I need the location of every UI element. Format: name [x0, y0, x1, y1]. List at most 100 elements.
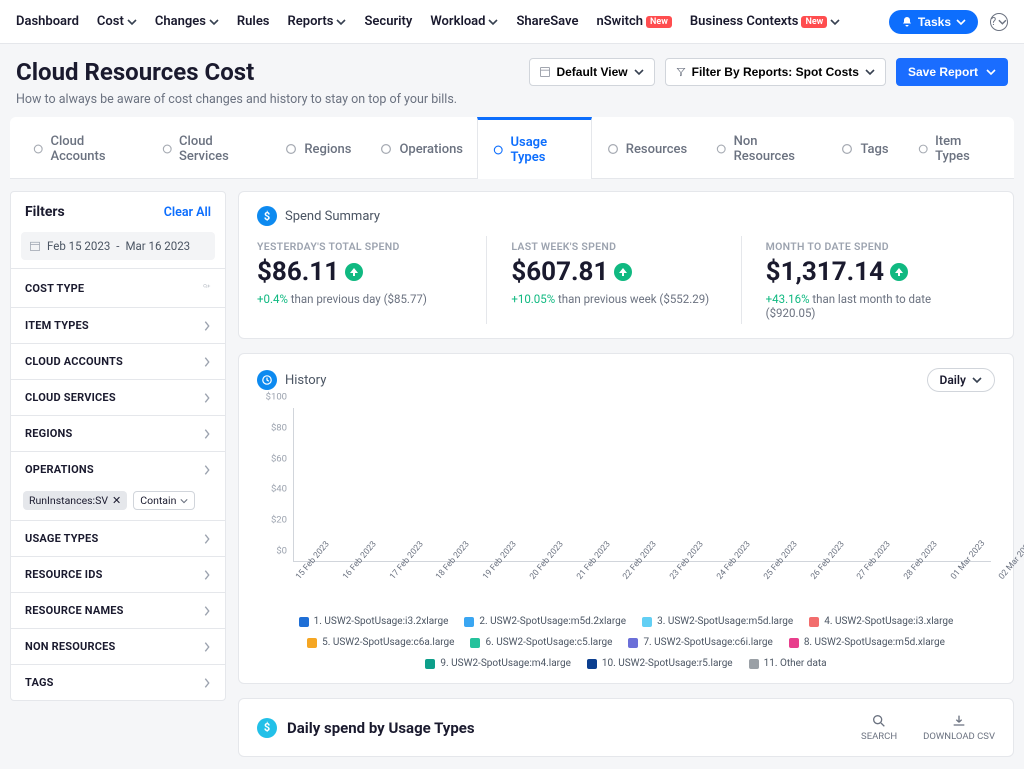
nav-item-nswitch[interactable]: nSwitchNew — [596, 14, 671, 29]
contain-select[interactable]: Contain — [133, 491, 195, 510]
clear-all-button[interactable]: Clear All — [164, 205, 211, 220]
tab-icon — [284, 142, 298, 156]
tab-usage-types[interactable]: Usage Types — [477, 117, 592, 179]
chevron-right-icon — [203, 356, 211, 368]
filter-group-cost-type[interactable]: COST TYPE — [11, 268, 225, 307]
legend-label: 1. USW2-SpotUsage:i3.2xlarge — [314, 616, 449, 627]
nav-item-changes[interactable]: Changes — [155, 14, 219, 29]
new-badge: New — [801, 16, 827, 28]
tab-icon — [715, 142, 727, 156]
tabs: Cloud Accounts Cloud Services Regions Opera… — [10, 117, 1014, 179]
tab-item-types[interactable]: Item Types — [903, 117, 1006, 178]
summary-grid: YESTERDAY'S TOTAL SPEND$86.11+0.4% than … — [257, 236, 995, 324]
filter-reports-dropdown[interactable]: Filter By Reports: Spot Costs — [665, 58, 886, 86]
filter-group-usage-types[interactable]: USAGE TYPES — [11, 520, 225, 556]
nav-item-business-contexts[interactable]: Business ContextsNew — [690, 14, 840, 29]
history-head: History Daily — [257, 368, 995, 392]
chevron-down-icon — [998, 17, 1007, 27]
search-button[interactable]: SEARCH — [861, 713, 897, 742]
page-subtitle: How to always be aware of cost changes a… — [16, 92, 457, 107]
tab-operations[interactable]: Operations — [365, 117, 477, 178]
chevron-right-icon — [203, 392, 211, 404]
nav-items: Dashboard Cost Changes Rules Reports Security… — [16, 14, 889, 29]
default-view-dropdown[interactable]: Default View — [529, 58, 654, 86]
filter-group-non-resources[interactable]: NON RESOURCES — [11, 628, 225, 664]
chip-label: RunInstances:SV — [29, 494, 108, 507]
tab-cloud-accounts[interactable]: Cloud Accounts — [18, 117, 147, 178]
legend-label: 3. USW2-SpotUsage:m5d.large — [657, 616, 793, 627]
tab-icon — [606, 142, 620, 156]
tab-regions[interactable]: Regions — [270, 117, 365, 178]
legend-item[interactable]: 2. USW2-SpotUsage:m5d.2xlarge — [464, 616, 626, 627]
legend-label: 9. USW2-SpotUsage:m4.large — [440, 658, 570, 669]
tab-non-resources[interactable]: Non Resources — [701, 117, 826, 178]
nav-item-security[interactable]: Security — [364, 14, 412, 29]
legend-item[interactable]: 1. USW2-SpotUsage:i3.2xlarge — [299, 616, 449, 627]
top-nav: Dashboard Cost Changes Rules Reports Security… — [0, 0, 1024, 44]
granularity-dropdown[interactable]: Daily — [927, 368, 995, 392]
help-icon[interactable]: ? — [990, 13, 1008, 31]
filter-group-tags[interactable]: TAGS — [11, 664, 225, 700]
legend-item[interactable]: 6. USW2-SpotUsage:c5.large — [470, 637, 612, 648]
tab-label: Tags — [860, 142, 888, 157]
filter-group-resource-names[interactable]: RESOURCE NAMES — [11, 592, 225, 628]
filter-group-cloud-services[interactable]: CLOUD SERVICES — [11, 379, 225, 415]
page-header: Cloud Resources Cost How to always be aw… — [0, 44, 1024, 117]
legend-item[interactable]: 5. USW2-SpotUsage:c6a.large — [307, 637, 454, 648]
nav-item-sharesave[interactable]: ShareSave — [516, 14, 578, 29]
chevron-down-icon — [634, 67, 644, 77]
spend-summary-card: $ Spend Summary YESTERDAY'S TOTAL SPEND$… — [238, 191, 1014, 339]
nav-item-dashboard[interactable]: Dashboard — [16, 14, 79, 29]
summary-cell: MONTH TO DATE SPEND$1,317.14+43.16% than… — [741, 236, 995, 324]
tasks-button[interactable]: Tasks — [889, 10, 978, 34]
search-label: SEARCH — [861, 731, 897, 742]
trend-up-icon — [890, 263, 908, 281]
filter-group-item-types[interactable]: ITEM TYPES — [11, 307, 225, 343]
tab-label: Regions — [304, 142, 351, 157]
operation-chip[interactable]: RunInstances:SV ✕ — [23, 491, 127, 510]
summary-label: MONTH TO DATE SPEND — [766, 240, 975, 253]
chevron-down-icon — [956, 17, 966, 27]
legend-swatch — [587, 659, 597, 669]
legend-item[interactable]: 3. USW2-SpotUsage:m5d.large — [642, 616, 793, 627]
tab-label: Cloud Services — [179, 134, 256, 164]
chevron-down-icon — [209, 17, 219, 27]
bell-icon — [901, 16, 913, 28]
chevron-right-icon — [203, 533, 211, 545]
filter-group-cloud-accounts[interactable]: CLOUD ACCOUNTS — [11, 343, 225, 379]
trend-up-icon — [614, 263, 632, 281]
save-report-button[interactable]: Save Report — [896, 58, 1008, 86]
legend-item[interactable]: 4. USW2-SpotUsage:i3.xlarge — [809, 616, 953, 627]
date-range-picker[interactable]: Feb 15 2023 - Mar 16 2023 — [21, 232, 215, 260]
y-tick: $20 — [271, 515, 287, 526]
legend-label: 10. USW2-SpotUsage:r5.large — [602, 658, 733, 669]
filter-group-operations[interactable]: OPERATIONS — [11, 451, 225, 487]
nav-item-rules[interactable]: Rules — [237, 14, 270, 29]
tab-cloud-services[interactable]: Cloud Services — [147, 117, 271, 178]
summary-label: LAST WEEK'S SPEND — [511, 240, 720, 253]
legend-item[interactable]: 11. Other data — [749, 658, 827, 669]
tab-resources[interactable]: Resources — [592, 117, 701, 178]
chevron-right-icon — [203, 428, 211, 440]
download-csv-button[interactable]: DOWNLOAD CSV — [923, 713, 995, 742]
daily-title: Daily spend by Usage Types — [287, 719, 475, 737]
tab-icon — [492, 143, 504, 157]
legend-item[interactable]: 8. USW2-SpotUsage:m5d.xlarge — [789, 637, 945, 648]
legend-item[interactable]: 10. USW2-SpotUsage:r5.large — [587, 658, 733, 669]
chip-remove-icon[interactable]: ✕ — [112, 494, 121, 507]
filter-group-regions[interactable]: REGIONS — [11, 415, 225, 451]
legend-item[interactable]: 9. USW2-SpotUsage:m4.large — [425, 658, 570, 669]
summary-value: $86.11 — [257, 257, 466, 287]
legend-item[interactable]: 7. USW2-SpotUsage:c6i.large — [628, 637, 772, 648]
nav-item-reports[interactable]: Reports — [288, 14, 347, 29]
nav-item-cost[interactable]: Cost — [97, 14, 137, 29]
chart-plot — [293, 408, 991, 562]
content: Filters Clear All Feb 15 2023 - Mar 16 2… — [0, 179, 1024, 769]
filter-group-resource-ids[interactable]: RESOURCE IDS — [11, 556, 225, 592]
filter-label: RESOURCE IDS — [25, 568, 103, 581]
chevron-down-icon — [336, 17, 346, 27]
chevron-down-icon — [488, 17, 498, 27]
tab-tags[interactable]: Tags — [826, 117, 902, 178]
nav-item-workload[interactable]: Workload — [430, 14, 498, 29]
download-label: DOWNLOAD CSV — [923, 731, 995, 742]
